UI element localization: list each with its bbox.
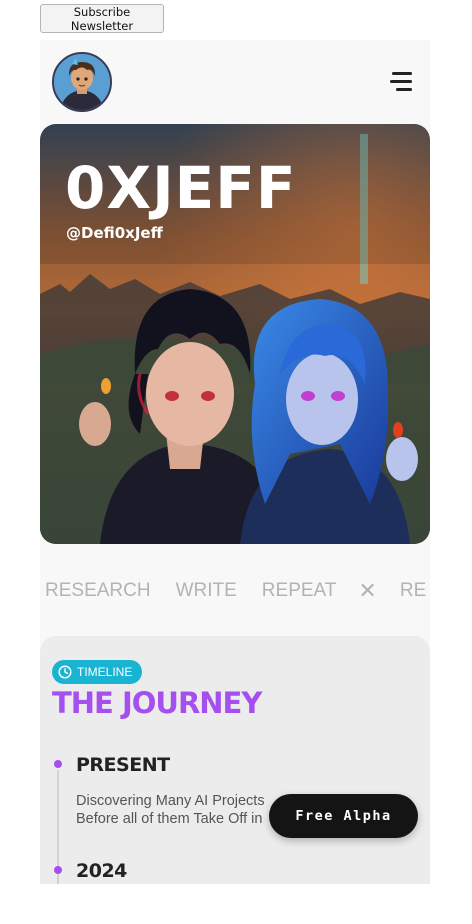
marquee-word: RE: [399, 580, 427, 601]
hero-title: 0XJEFF: [65, 154, 297, 222]
header: [40, 40, 430, 124]
timeline-section: TIMELINE THE JOURNEY PRESENT Discovering…: [40, 636, 430, 884]
marquee-ticker: RESEARCH WRITE REPEAT ✕ RE: [40, 576, 430, 606]
subscribe-newsletter-button[interactable]: Subscribe Newsletter: [40, 4, 164, 33]
timeline-year: 2024: [76, 860, 127, 882]
section-title: THE JOURNEY: [52, 686, 262, 720]
timeline-dot: [54, 760, 62, 768]
avatar[interactable]: [52, 52, 112, 112]
hero-handle[interactable]: @Defi0xJeff: [66, 224, 163, 242]
hamburger-menu-icon[interactable]: [390, 72, 414, 92]
page-container: 0XJEFF @Defi0xJeff RESEARCH WRITE REPEAT…: [40, 40, 430, 884]
clock-icon: [58, 665, 72, 679]
free-alpha-button[interactable]: Free Alpha: [269, 794, 418, 838]
timeline-badge: TIMELINE: [52, 660, 143, 684]
marquee-word: RESEARCH: [45, 580, 151, 601]
hero-banner: 0XJEFF @Defi0xJeff: [40, 124, 430, 544]
separator-icon: ✕: [358, 578, 377, 603]
timeline-dot: [54, 866, 62, 874]
timeline-year: PRESENT: [76, 754, 170, 776]
timeline-badge-label: TIMELINE: [77, 665, 133, 679]
marquee-word: WRITE: [175, 580, 237, 601]
marquee-word: REPEAT: [261, 580, 337, 601]
